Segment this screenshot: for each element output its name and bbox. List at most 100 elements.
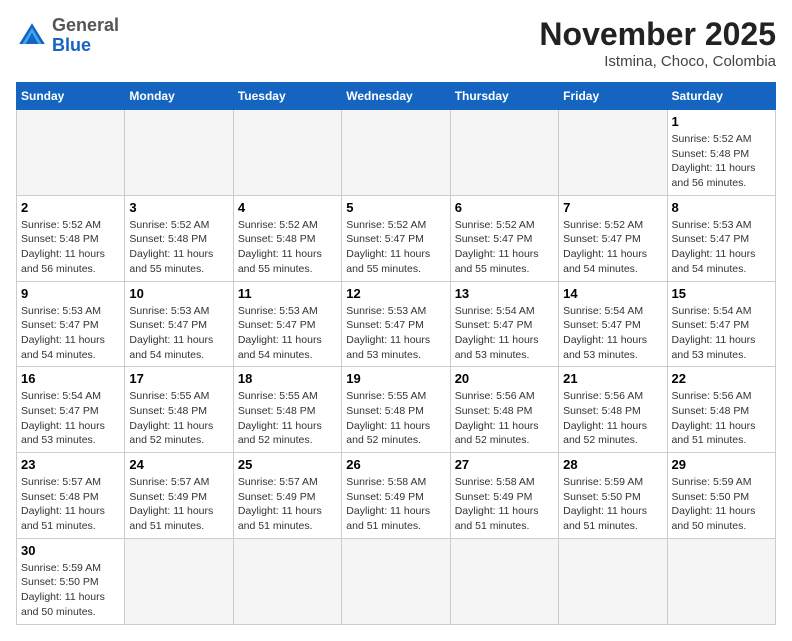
day-number: 28 bbox=[563, 457, 662, 472]
day-info: Sunrise: 5:56 AM Sunset: 5:48 PM Dayligh… bbox=[672, 389, 771, 448]
day-number: 24 bbox=[129, 457, 228, 472]
day-info: Sunrise: 5:52 AM Sunset: 5:48 PM Dayligh… bbox=[238, 218, 337, 277]
day-number: 3 bbox=[129, 200, 228, 215]
calendar-cell: 27 Sunrise: 5:58 AM Sunset: 5:49 PM Dayli… bbox=[450, 453, 558, 539]
day-number: 2 bbox=[21, 200, 120, 215]
day-number: 16 bbox=[21, 371, 120, 386]
day-info: Sunrise: 5:53 AM Sunset: 5:47 PM Dayligh… bbox=[129, 304, 228, 363]
calendar-cell: 20Sunrise: 5:56 AM Sunset: 5:48 PM Dayli… bbox=[450, 367, 558, 453]
header: General Blue November 2025 Istmina, Choc… bbox=[16, 16, 776, 70]
calendar-cell bbox=[342, 538, 450, 624]
calendar-cell bbox=[125, 538, 233, 624]
calendar-cell: 10 Sunrise: 5:53 AM Sunset: 5:47 PM Dayli… bbox=[125, 281, 233, 367]
day-number: 8 bbox=[672, 200, 771, 215]
day-info: Sunrise: 5:52 AM Sunset: 5:47 PM Dayligh… bbox=[346, 218, 445, 277]
day-number: 10 bbox=[129, 286, 228, 301]
calendar-cell bbox=[342, 110, 450, 196]
day-info: Sunrise: 5:52 AM Sunset: 5:47 PM Dayligh… bbox=[455, 218, 554, 277]
calendar-cell: 23 Sunrise: 5:57 AM Sunset: 5:48 PM Dayli… bbox=[17, 453, 125, 539]
location: Istmina, Choco, Colombia bbox=[539, 53, 776, 70]
day-info: Sunrise: 5:54 AM Sunset: 5:47 PM Dayligh… bbox=[21, 389, 120, 448]
day-number: 13 bbox=[455, 286, 554, 301]
day-number: 17 bbox=[129, 371, 228, 386]
calendar-cell: 17 Sunrise: 5:55 AM Sunset: 5:48 PM Dayli… bbox=[125, 367, 233, 453]
day-number: 4 bbox=[238, 200, 337, 215]
calendar-week-row: 30Sunrise: 5:59 AM Sunset: 5:50 PM Dayli… bbox=[17, 538, 776, 624]
calendar-cell bbox=[450, 538, 558, 624]
day-number: 12 bbox=[346, 286, 445, 301]
calendar-cell bbox=[559, 538, 667, 624]
day-number: 29 bbox=[672, 457, 771, 472]
calendar-header-thursday: Thursday bbox=[450, 83, 558, 110]
month-title: November 2025 bbox=[539, 16, 776, 53]
calendar-cell: 19 Sunrise: 5:55 AM Sunset: 5:48 PM Dayli… bbox=[342, 367, 450, 453]
day-info: Sunrise: 5:55 AM Sunset: 5:48 PM Dayligh… bbox=[346, 389, 445, 448]
day-info: Sunrise: 5:53 AM Sunset: 5:47 PM Dayligh… bbox=[21, 304, 120, 363]
calendar-cell: 9 Sunrise: 5:53 AM Sunset: 5:47 PM Daylig… bbox=[17, 281, 125, 367]
day-info: Sunrise: 5:56 AM Sunset: 5:48 PM Dayligh… bbox=[455, 389, 554, 448]
calendar-cell: 22 Sunrise: 5:56 AM Sunset: 5:48 PM Dayli… bbox=[667, 367, 775, 453]
day-number: 5 bbox=[346, 200, 445, 215]
calendar-cell: 6 Sunrise: 5:52 AM Sunset: 5:47 PM Daylig… bbox=[450, 195, 558, 281]
day-number: 26 bbox=[346, 457, 445, 472]
calendar-cell: 15Sunrise: 5:54 AM Sunset: 5:47 PM Dayli… bbox=[667, 281, 775, 367]
calendar-header-friday: Friday bbox=[559, 83, 667, 110]
day-info: Sunrise: 5:56 AM Sunset: 5:48 PM Dayligh… bbox=[563, 389, 662, 448]
calendar-cell bbox=[450, 110, 558, 196]
day-info: Sunrise: 5:57 AM Sunset: 5:49 PM Dayligh… bbox=[238, 475, 337, 534]
calendar-cell: 1Sunrise: 5:52 AM Sunset: 5:48 PM Daylig… bbox=[667, 110, 775, 196]
day-info: Sunrise: 5:57 AM Sunset: 5:49 PM Dayligh… bbox=[129, 475, 228, 534]
day-number: 19 bbox=[346, 371, 445, 386]
day-number: 23 bbox=[21, 457, 120, 472]
calendar-cell bbox=[233, 110, 341, 196]
day-number: 9 bbox=[21, 286, 120, 301]
calendar-header-sunday: Sunday bbox=[17, 83, 125, 110]
day-info: Sunrise: 5:52 AM Sunset: 5:48 PM Dayligh… bbox=[672, 132, 771, 191]
calendar-cell bbox=[17, 110, 125, 196]
day-number: 30 bbox=[21, 543, 120, 558]
calendar-cell: 3 Sunrise: 5:52 AM Sunset: 5:48 PM Daylig… bbox=[125, 195, 233, 281]
day-number: 22 bbox=[672, 371, 771, 386]
calendar-cell: 11 Sunrise: 5:53 AM Sunset: 5:47 PM Dayli… bbox=[233, 281, 341, 367]
day-info: Sunrise: 5:55 AM Sunset: 5:48 PM Dayligh… bbox=[129, 389, 228, 448]
calendar-cell: 18 Sunrise: 5:55 AM Sunset: 5:48 PM Dayli… bbox=[233, 367, 341, 453]
calendar-cell bbox=[125, 110, 233, 196]
calendar-cell: 13 Sunrise: 5:54 AM Sunset: 5:47 PM Dayli… bbox=[450, 281, 558, 367]
day-info: Sunrise: 5:59 AM Sunset: 5:50 PM Dayligh… bbox=[563, 475, 662, 534]
day-number: 18 bbox=[238, 371, 337, 386]
calendar-header-wednesday: Wednesday bbox=[342, 83, 450, 110]
day-number: 27 bbox=[455, 457, 554, 472]
logo: General Blue bbox=[16, 16, 119, 56]
calendar-cell: 25 Sunrise: 5:57 AM Sunset: 5:49 PM Dayli… bbox=[233, 453, 341, 539]
day-info: Sunrise: 5:53 AM Sunset: 5:47 PM Dayligh… bbox=[238, 304, 337, 363]
calendar-cell bbox=[559, 110, 667, 196]
day-info: Sunrise: 5:59 AM Sunset: 5:50 PM Dayligh… bbox=[672, 475, 771, 534]
calendar-cell: 30Sunrise: 5:59 AM Sunset: 5:50 PM Dayli… bbox=[17, 538, 125, 624]
calendar-header-monday: Monday bbox=[125, 83, 233, 110]
day-info: Sunrise: 5:52 AM Sunset: 5:48 PM Dayligh… bbox=[129, 218, 228, 277]
calendar: SundayMondayTuesdayWednesdayThursdayFrid… bbox=[16, 82, 776, 625]
day-number: 6 bbox=[455, 200, 554, 215]
calendar-cell bbox=[233, 538, 341, 624]
calendar-cell: 7Sunrise: 5:52 AM Sunset: 5:47 PM Daylig… bbox=[559, 195, 667, 281]
day-info: Sunrise: 5:54 AM Sunset: 5:47 PM Dayligh… bbox=[455, 304, 554, 363]
day-info: Sunrise: 5:53 AM Sunset: 5:47 PM Dayligh… bbox=[672, 218, 771, 277]
calendar-cell bbox=[667, 538, 775, 624]
calendar-cell: 16 Sunrise: 5:54 AM Sunset: 5:47 PM Dayli… bbox=[17, 367, 125, 453]
day-number: 11 bbox=[238, 286, 337, 301]
day-number: 25 bbox=[238, 457, 337, 472]
day-info: Sunrise: 5:57 AM Sunset: 5:48 PM Dayligh… bbox=[21, 475, 120, 534]
calendar-week-row: 23 Sunrise: 5:57 AM Sunset: 5:48 PM Dayli… bbox=[17, 453, 776, 539]
day-info: Sunrise: 5:55 AM Sunset: 5:48 PM Dayligh… bbox=[238, 389, 337, 448]
calendar-cell: 26Sunrise: 5:58 AM Sunset: 5:49 PM Dayli… bbox=[342, 453, 450, 539]
logo-icon bbox=[16, 20, 48, 52]
day-info: Sunrise: 5:52 AM Sunset: 5:47 PM Dayligh… bbox=[563, 218, 662, 277]
day-number: 14 bbox=[563, 286, 662, 301]
day-info: Sunrise: 5:58 AM Sunset: 5:49 PM Dayligh… bbox=[455, 475, 554, 534]
calendar-cell: 4 Sunrise: 5:52 AM Sunset: 5:48 PM Daylig… bbox=[233, 195, 341, 281]
logo-text: General Blue bbox=[52, 16, 119, 56]
calendar-cell: 21Sunrise: 5:56 AM Sunset: 5:48 PM Dayli… bbox=[559, 367, 667, 453]
calendar-cell: 14Sunrise: 5:54 AM Sunset: 5:47 PM Dayli… bbox=[559, 281, 667, 367]
calendar-week-row: 2 Sunrise: 5:52 AM Sunset: 5:48 PM Daylig… bbox=[17, 195, 776, 281]
calendar-header-row: SundayMondayTuesdayWednesdayThursdayFrid… bbox=[17, 83, 776, 110]
